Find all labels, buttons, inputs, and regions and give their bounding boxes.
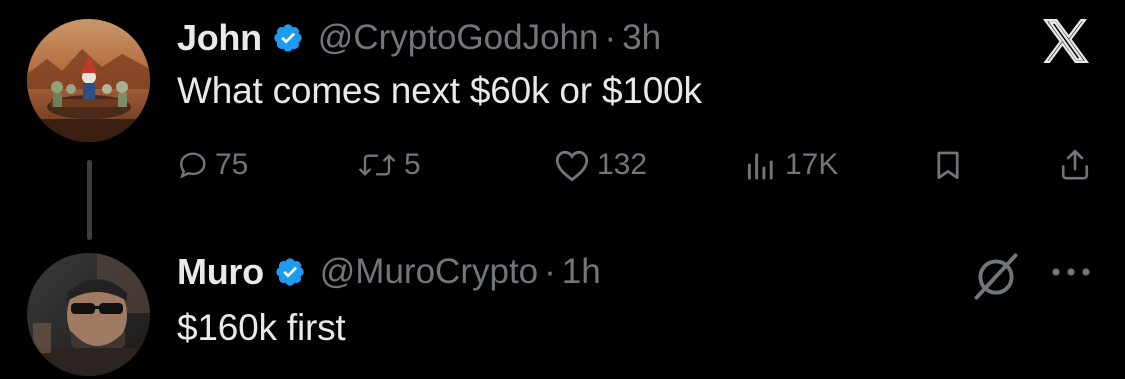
repost-count: 5 <box>404 148 421 181</box>
like-icon <box>555 150 589 182</box>
more-icon[interactable] <box>1048 264 1094 280</box>
reply-button[interactable]: 75 <box>177 143 248 187</box>
verified-icon <box>274 256 306 288</box>
bookmark-icon <box>937 151 959 180</box>
views-button[interactable]: 17K <box>743 143 838 187</box>
grok-icon[interactable] <box>970 250 1022 302</box>
author-name[interactable]: John <box>177 17 262 59</box>
views-icon <box>747 153 773 180</box>
thread-connector-line <box>87 160 92 240</box>
x-logo-icon <box>1042 19 1090 63</box>
tweet-header: John @CryptoGodJohn · 3h <box>177 16 661 60</box>
like-button[interactable]: 132 <box>553 143 647 187</box>
tweet-text: What comes next $60k or $100k <box>177 70 702 111</box>
bookmark-button[interactable] <box>931 143 965 187</box>
share-button[interactable] <box>1058 143 1092 187</box>
share-icon <box>1061 149 1089 180</box>
separator-dot: · <box>544 252 556 291</box>
author-handle[interactable]: @CryptoGodJohn <box>318 18 599 58</box>
repost-icon <box>359 154 395 176</box>
timestamp[interactable]: 1h <box>562 252 601 292</box>
reply-count: 75 <box>215 148 249 181</box>
author-name[interactable]: Muro <box>177 251 264 293</box>
author-handle[interactable]: @MuroCrypto <box>320 252 538 292</box>
like-count: 132 <box>597 148 648 181</box>
avatar-muro[interactable] <box>27 253 150 376</box>
timestamp[interactable]: 3h <box>622 18 661 58</box>
verified-icon <box>272 22 304 54</box>
separator-dot: · <box>604 18 617 57</box>
tweet-text: $160k first <box>177 307 346 348</box>
tweet-header: Muro @MuroCrypto · 1h <box>177 250 601 294</box>
repost-button[interactable]: 5 <box>356 143 421 187</box>
avatar-john-image <box>27 19 150 142</box>
reply-icon <box>179 152 206 179</box>
views-count: 17K <box>785 148 839 181</box>
avatar-john[interactable] <box>27 19 150 142</box>
avatar-muro-image <box>27 253 150 376</box>
